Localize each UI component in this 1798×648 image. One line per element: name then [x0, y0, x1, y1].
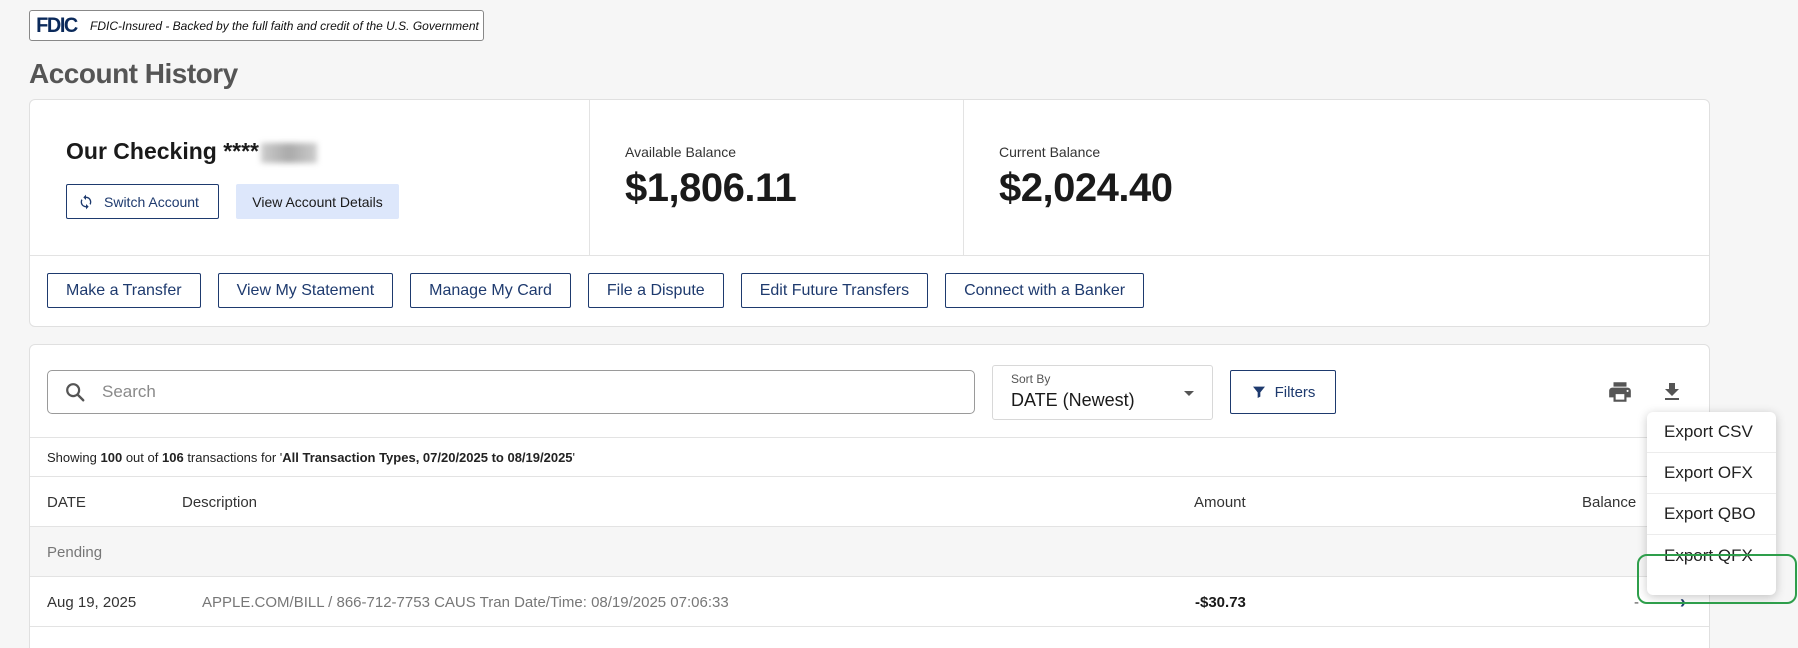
row-amount: -$30.73 [1195, 594, 1246, 611]
row-date: Aug 19, 2025 [47, 594, 137, 611]
column-date[interactable]: DATE [47, 494, 86, 511]
table-header: DATE Description Amount Balance [30, 477, 1709, 527]
available-balance-value: $1,806.11 [625, 166, 797, 210]
account-summary-card: Our Checking **** Switch Account View Ac… [29, 99, 1710, 327]
export-qbo-item[interactable]: Export QBO [1647, 494, 1776, 535]
summary-total: 106 [161, 449, 184, 465]
summary-suffix: ' [572, 449, 576, 465]
edit-future-transfers-button[interactable]: Edit Future Transfers [740, 273, 929, 308]
search-input[interactable] [102, 382, 902, 402]
page-title: Account History [29, 58, 238, 89]
sync-icon [80, 194, 92, 209]
switch-account-label: Switch Account [104, 193, 199, 210]
current-balance-label: Current Balance [999, 144, 1101, 160]
export-ofx-item[interactable]: Export OFX [1647, 453, 1776, 494]
pending-label: Pending [47, 544, 103, 561]
make-transfer-button[interactable]: Make a Transfer [47, 273, 201, 308]
sort-by-value: DATE (Newest) [1011, 390, 1135, 410]
fdic-banner: FDIC FDIC-Insured - Backed by the full f… [29, 10, 484, 41]
manage-card-button[interactable]: Manage My Card [410, 273, 571, 308]
export-csv-item[interactable]: Export CSV [1647, 412, 1776, 453]
view-statement-button[interactable]: View My Statement [217, 273, 394, 308]
column-amount[interactable]: Amount [1194, 494, 1246, 511]
view-account-details-button[interactable]: View Account Details [236, 184, 399, 219]
account-summary-top: Our Checking **** Switch Account View Ac… [30, 100, 1709, 256]
summary-prefix: Showing [47, 449, 97, 465]
switch-account-button[interactable]: Switch Account [66, 184, 219, 219]
available-balance-panel: Available Balance $1,806.11 [590, 100, 964, 256]
transactions-card: Sort By DATE (Newest) Filters Showing 10… [29, 344, 1710, 648]
summary-mid: out of [125, 449, 159, 465]
connect-banker-button[interactable]: Connect with a Banker [945, 273, 1145, 308]
sort-by-label: Sort By [1011, 372, 1051, 386]
row-description: APPLE.COM/BILL / 866-712-7753 CAUS Tran … [202, 594, 729, 611]
account-info: Our Checking **** Switch Account View Ac… [30, 100, 590, 256]
download-icon[interactable] [1660, 379, 1684, 405]
chevron-down-icon [1184, 391, 1194, 396]
fdic-text: FDIC-Insured - Backed by the full faith … [90, 18, 479, 33]
account-actions: Make a Transfer View My Statement Manage… [47, 273, 1145, 308]
filters-label: Filters [1274, 383, 1316, 401]
filter-icon [1252, 386, 1265, 398]
pending-group-header: Pending [30, 527, 1709, 577]
column-balance[interactable]: Balance [1582, 494, 1636, 511]
filters-button[interactable]: Filters [1230, 370, 1336, 414]
file-dispute-button[interactable]: File a Dispute [587, 273, 724, 308]
summary-mid2: transactions for ' [187, 449, 283, 465]
summary-range: All Transaction Types, 07/20/2025 to 08/… [282, 449, 573, 465]
table-row[interactable]: Aug 19, 2025 APPLE.COM/BILL / 866-712-77… [30, 577, 1709, 627]
account-name: Our Checking **** [66, 138, 317, 165]
results-summary: Showing 100 out of 106 transactions for … [30, 437, 1709, 477]
current-balance-value: $2,024.40 [999, 166, 1173, 210]
available-balance-label: Available Balance [625, 144, 737, 160]
print-icon[interactable] [1607, 379, 1633, 405]
fdic-logo: FDIC [36, 13, 78, 37]
sort-by-select[interactable]: Sort By DATE (Newest) [992, 365, 1213, 420]
current-balance-panel: Current Balance $2,024.40 [964, 100, 1464, 256]
export-qfx-highlight [1637, 554, 1797, 604]
account-name-text: Our Checking **** [66, 138, 259, 164]
search-box[interactable] [47, 370, 975, 414]
column-description[interactable]: Description [182, 494, 257, 511]
search-icon [66, 383, 85, 402]
summary-count: 100 [100, 449, 123, 465]
masked-account-number [261, 142, 317, 163]
